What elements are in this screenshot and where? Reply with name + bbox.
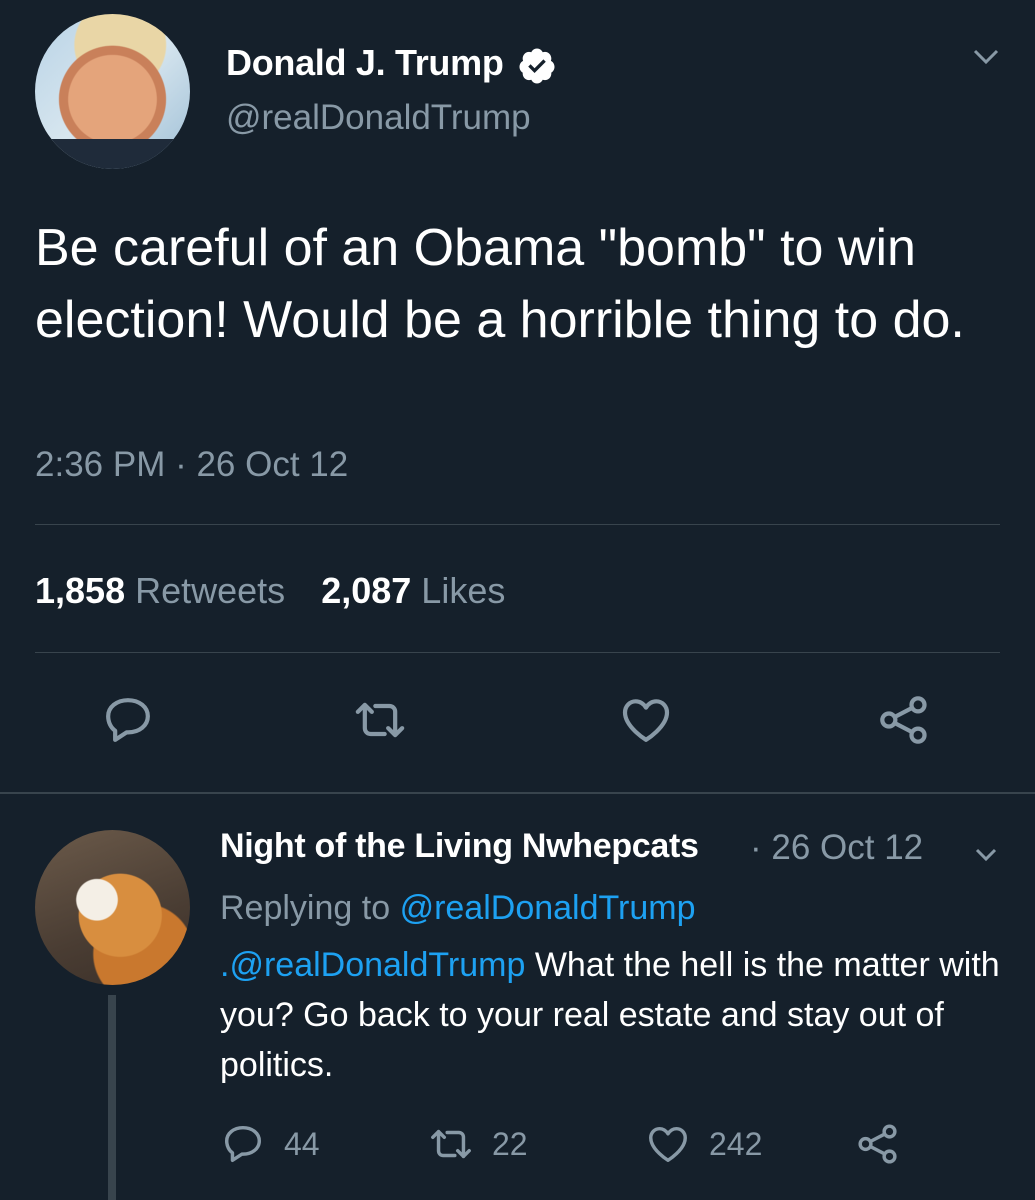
thread-line [108,995,116,1200]
retweet-button[interactable] [352,692,408,748]
like-count: 242 [709,1125,763,1162]
reply-date[interactable]: · 26 Oct 12 [750,828,923,868]
retweet-icon [431,1129,471,1159]
replying-to-prefix: Replying to [220,889,391,927]
reply-author-name[interactable]: Night of the Living Nwhepcats [220,827,699,866]
reply-reply-button[interactable]: 44 [220,1118,320,1170]
reply-retweet-button[interactable]: 22 [428,1118,528,1170]
retweet-icon [355,702,405,738]
divider [35,524,1000,525]
verified-badge-icon [519,48,555,84]
heart-icon [622,699,670,742]
reply-share-button[interactable] [855,1118,901,1170]
like-label: Likes [421,570,506,611]
replying-to-handle-link[interactable]: @realDonaldTrump [400,889,696,927]
retweet-count: 22 [492,1125,528,1162]
like-count: 2,087 [321,570,412,611]
reply-icon [106,698,150,742]
reply-count: 44 [284,1125,320,1162]
like-stat[interactable]: 2,087 Likes [321,570,505,611]
reply-author-avatar[interactable] [35,830,190,985]
author-handle[interactable]: @realDonaldTrump [226,98,531,138]
share-icon [858,1124,897,1164]
tweet-text: Be careful of an Obama "bomb" to win ele… [35,219,965,349]
reply-button[interactable] [100,692,156,748]
tweet-stats: 1,858 Retweets 2,087 Likes [35,570,505,612]
mention-link[interactable]: .@realDonaldTrump [220,946,525,984]
reply-like-button[interactable]: 242 [645,1118,762,1170]
like-button[interactable] [618,692,674,748]
retweet-count: 1,858 [35,570,126,611]
avatar-suit [35,139,190,169]
tweet-timestamp[interactable]: 2:36 PM · 26 Oct 12 [35,445,348,485]
share-button[interactable] [876,692,932,748]
retweet-label: Retweets [135,570,286,611]
section-separator [0,792,1035,794]
chevron-down-icon[interactable] [970,838,1002,870]
replying-to: Replying to @realDonaldTrump [220,889,696,928]
reply-icon [224,1125,262,1163]
share-icon [880,696,927,744]
retweet-stat[interactable]: 1,858 Retweets [35,570,285,611]
author-name[interactable]: Donald J. Trump [226,42,504,84]
author-avatar[interactable] [35,14,190,169]
divider [35,652,1000,653]
tweet-detail-page: Donald J. Trump @realDonaldTrump Be care… [0,0,1035,1200]
reply-text: .@realDonaldTrump What the hell is the m… [220,940,1010,1090]
chevron-down-icon[interactable] [970,40,1002,72]
heart-icon [649,1126,687,1163]
